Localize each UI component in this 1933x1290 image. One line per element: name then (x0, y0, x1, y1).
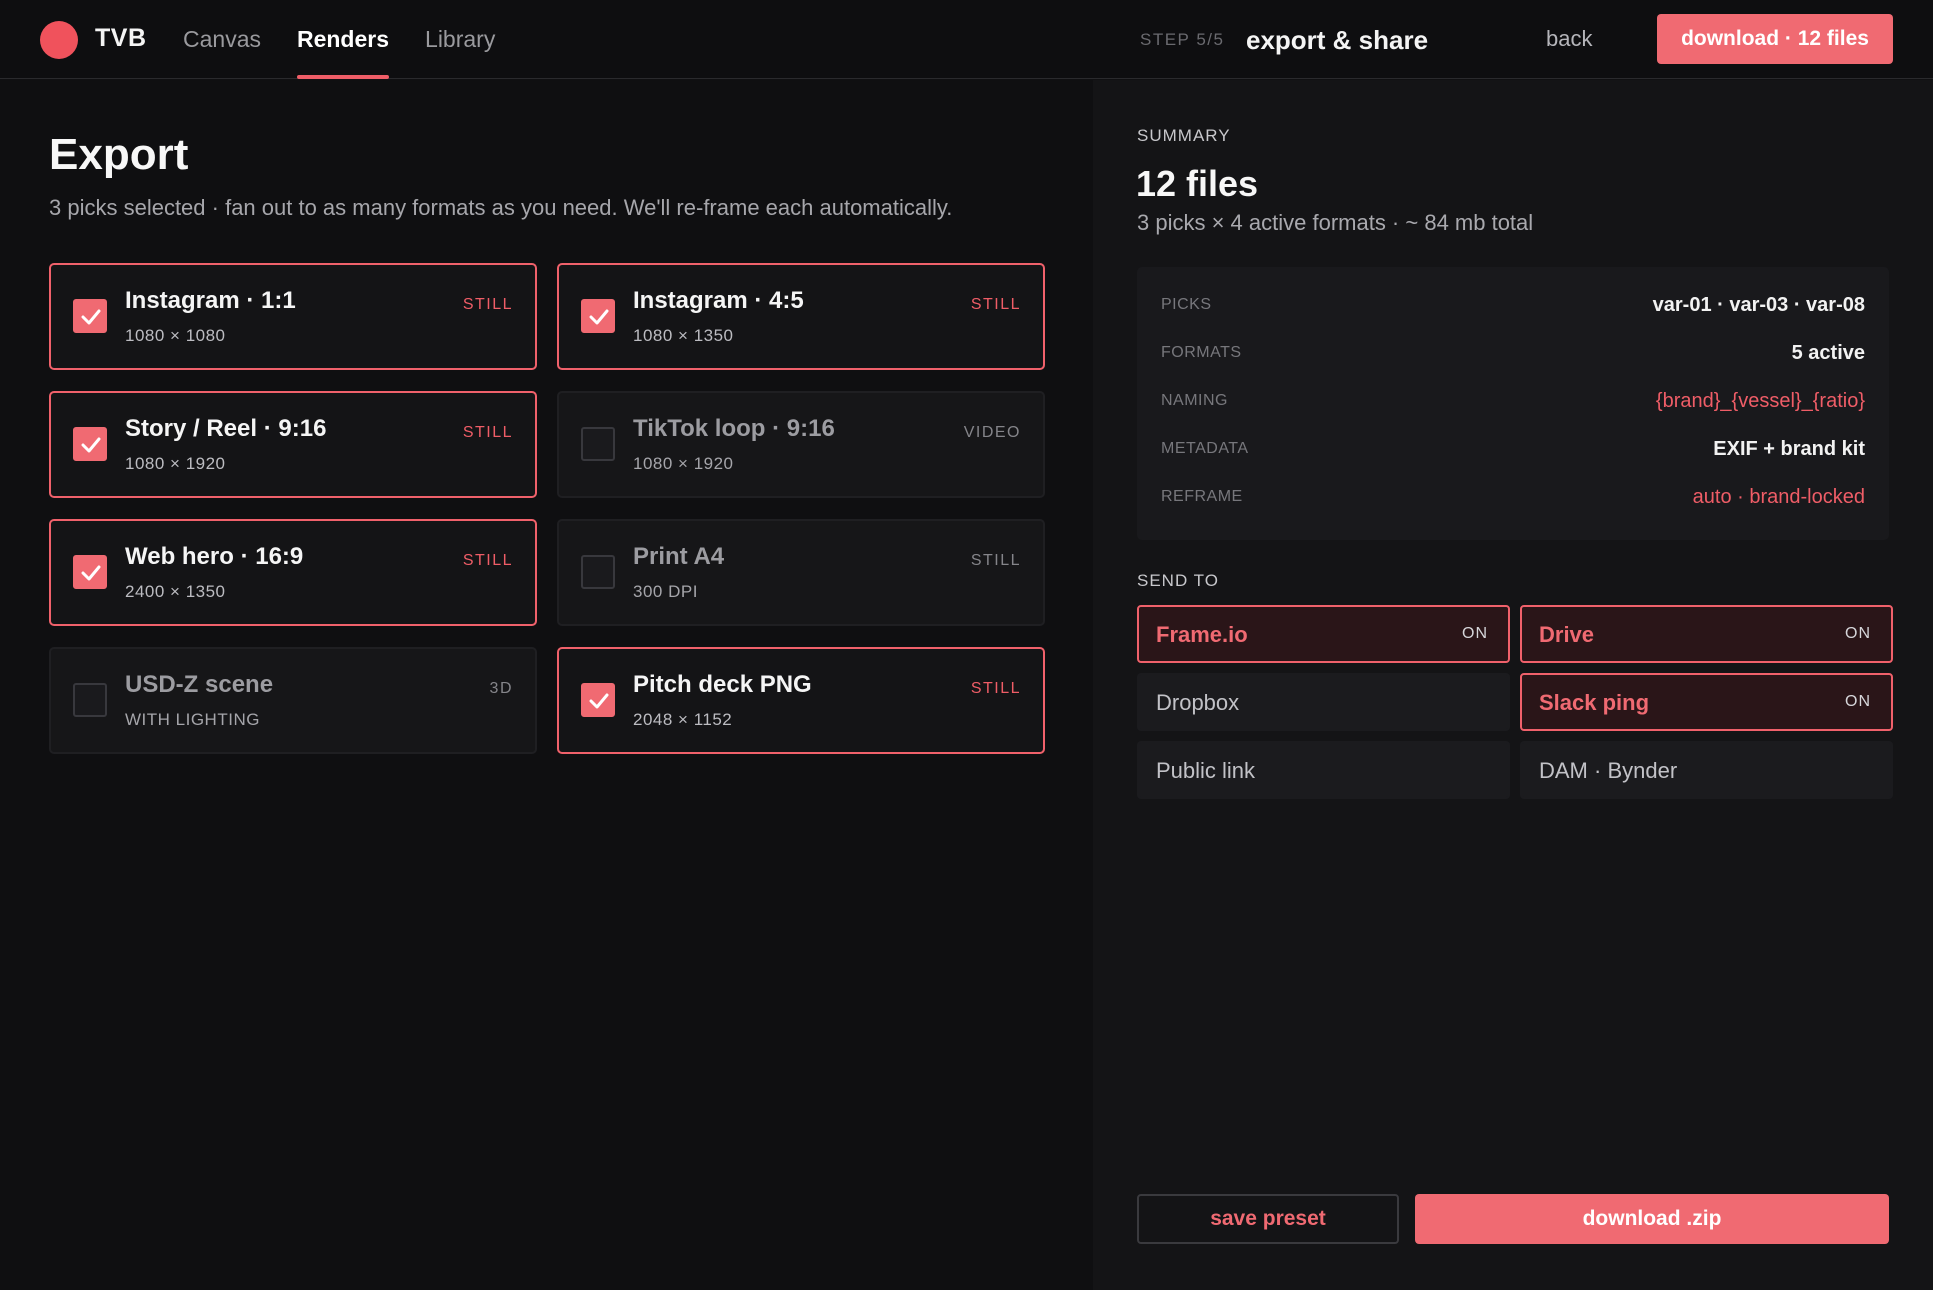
meta-row-picks: PICKS var-01 · var-03 · var-08 (1161, 292, 1865, 322)
destination-name: Frame.io (1156, 622, 1248, 647)
format-dimensions: 1080 × 1080 (125, 326, 226, 345)
checkbox-checked-icon[interactable] (73, 427, 107, 461)
main-nav: Canvas Renders Library (183, 0, 531, 79)
format-title: Pitch deck PNG (633, 671, 812, 698)
format-title: Web hero · 16:9 (125, 543, 304, 570)
format-card[interactable]: Print A4 300 DPI STILL (557, 519, 1045, 626)
format-title: Instagram · 1:1 (125, 287, 296, 314)
format-kind-badge: STILL (462, 424, 513, 441)
format-title: USD-Z scene (125, 671, 274, 698)
format-kind-badge: STILL (970, 296, 1021, 313)
nav-tab-renders[interactable]: Renders (296, 0, 390, 79)
format-card[interactable]: Instagram · 1:1 1080 × 1080 STILL (49, 263, 537, 370)
checkbox-unchecked-icon[interactable] (73, 683, 107, 717)
export-panel: Export 3 picks selected · fan out to as … (0, 80, 1093, 1290)
page-subtitle: 3 picks selected · fan out to as many fo… (49, 195, 953, 220)
meta-value: {brand}_{vessel}_{ratio} (1655, 390, 1865, 412)
meta-value: auto · brand-locked (1692, 486, 1865, 508)
format-card[interactable]: TikTok loop · 9:16 1080 × 1920 VIDEO (557, 391, 1045, 498)
metadata-table: PICKS var-01 · var-03 · var-08 FORMATS 5… (1137, 267, 1889, 540)
checkbox-checked-icon[interactable] (73, 299, 107, 333)
page-title: Export (49, 130, 189, 179)
destination-name: Public link (1156, 758, 1256, 783)
meta-key: METADATA (1161, 440, 1249, 457)
format-title: Story / Reel · 9:16 (125, 415, 327, 442)
logo-icon (40, 21, 78, 59)
format-title: TikTok loop · 9:16 (633, 415, 835, 442)
destination-state: ON (1845, 693, 1871, 710)
destination-state: ON (1845, 625, 1871, 642)
download-zip-button[interactable]: download .zip (1415, 1194, 1889, 1244)
meta-key: FORMATS (1161, 344, 1242, 361)
format-dimensions: 1080 × 1920 (633, 454, 734, 473)
format-dimensions: 2400 × 1350 (125, 582, 226, 601)
nav-tab-library[interactable]: Library (425, 0, 495, 79)
format-kind-badge: STILL (462, 296, 513, 313)
nav-tab-canvas[interactable]: Canvas (183, 0, 261, 79)
meta-value: EXIF + brand kit (1713, 438, 1865, 460)
destination-name: Dropbox (1156, 690, 1240, 715)
format-card[interactable]: USD-Z scene WITH LIGHTING 3D (49, 647, 537, 754)
summary-panel: SUMMARY 12 files 3 picks × 4 active form… (1093, 80, 1933, 1290)
meta-key: PICKS (1161, 296, 1212, 313)
format-dimensions: 1080 × 1350 (633, 326, 734, 345)
destination-name: DAM · Bynder (1539, 758, 1678, 783)
format-card[interactable]: Web hero · 16:9 2400 × 1350 STILL (49, 519, 537, 626)
step-title: export & share (1246, 25, 1429, 55)
meta-key: NAMING (1161, 392, 1228, 409)
destination-name: Slack ping (1539, 690, 1650, 715)
meta-row-naming: NAMING {brand}_{vessel}_{ratio} (1161, 388, 1865, 418)
checkbox-checked-icon[interactable] (73, 555, 107, 589)
format-card[interactable]: Pitch deck PNG 2048 × 1152 STILL (557, 647, 1045, 754)
meta-row-formats: FORMATS 5 active (1161, 340, 1865, 370)
format-card[interactable]: Story / Reel · 9:16 1080 × 1920 STILL (49, 391, 537, 498)
checkbox-checked-icon[interactable] (581, 299, 615, 333)
format-kind-badge: VIDEO (963, 424, 1021, 441)
format-dimensions: WITH LIGHTING (125, 710, 260, 729)
summary-subtitle: 3 picks × 4 active formats · ~ 84 mb tot… (1137, 210, 1534, 235)
meta-row-metadata: METADATA EXIF + brand kit (1161, 436, 1865, 466)
format-kind-badge: 3D (489, 680, 513, 697)
step-indicator: STEP 5/5 (1140, 30, 1225, 49)
save-preset-button[interactable]: save preset (1137, 1194, 1399, 1244)
top-bar: TVB Canvas Renders Library STEP 5/5 expo… (0, 0, 1933, 79)
format-card[interactable]: Instagram · 4:5 1080 × 1350 STILL (557, 263, 1045, 370)
destination-toggle[interactable]: Public link (1137, 741, 1510, 799)
brand-name: TVB (95, 24, 147, 52)
send-to-label: SEND TO (1137, 571, 1219, 590)
meta-value: 5 active (1791, 342, 1865, 364)
destination-toggle[interactable]: Slack ping ON (1520, 673, 1893, 731)
destination-toggle[interactable]: Dropbox (1137, 673, 1510, 731)
destination-toggle[interactable]: DAM · Bynder (1520, 741, 1893, 799)
destination-name: Drive (1539, 622, 1595, 647)
destination-toggle[interactable]: Frame.io ON (1137, 605, 1510, 663)
format-kind-badge: STILL (462, 552, 513, 569)
format-title: Print A4 (633, 543, 725, 570)
meta-key: REFRAME (1161, 488, 1243, 505)
destination-state: ON (1462, 625, 1488, 642)
format-dimensions: 2048 × 1152 (633, 710, 733, 729)
format-dimensions: 1080 × 1920 (125, 454, 226, 473)
format-kind-badge: STILL (970, 552, 1021, 569)
format-title: Instagram · 4:5 (633, 287, 804, 314)
format-kind-badge: STILL (970, 680, 1021, 697)
checkbox-unchecked-icon[interactable] (581, 427, 615, 461)
format-dimensions: 300 DPI (633, 582, 698, 601)
summary-label: SUMMARY (1137, 126, 1231, 145)
back-button[interactable]: back (1546, 26, 1592, 52)
checkbox-checked-icon[interactable] (581, 683, 615, 717)
download-files-button[interactable]: download · 12 files (1657, 14, 1893, 64)
file-count: 12 files (1136, 163, 1259, 204)
destination-toggle[interactable]: Drive ON (1520, 605, 1893, 663)
meta-row-reframe: REFRAME auto · brand-locked (1161, 484, 1865, 514)
meta-value: var-01 · var-03 · var-08 (1652, 294, 1865, 316)
checkbox-unchecked-icon[interactable] (581, 555, 615, 589)
